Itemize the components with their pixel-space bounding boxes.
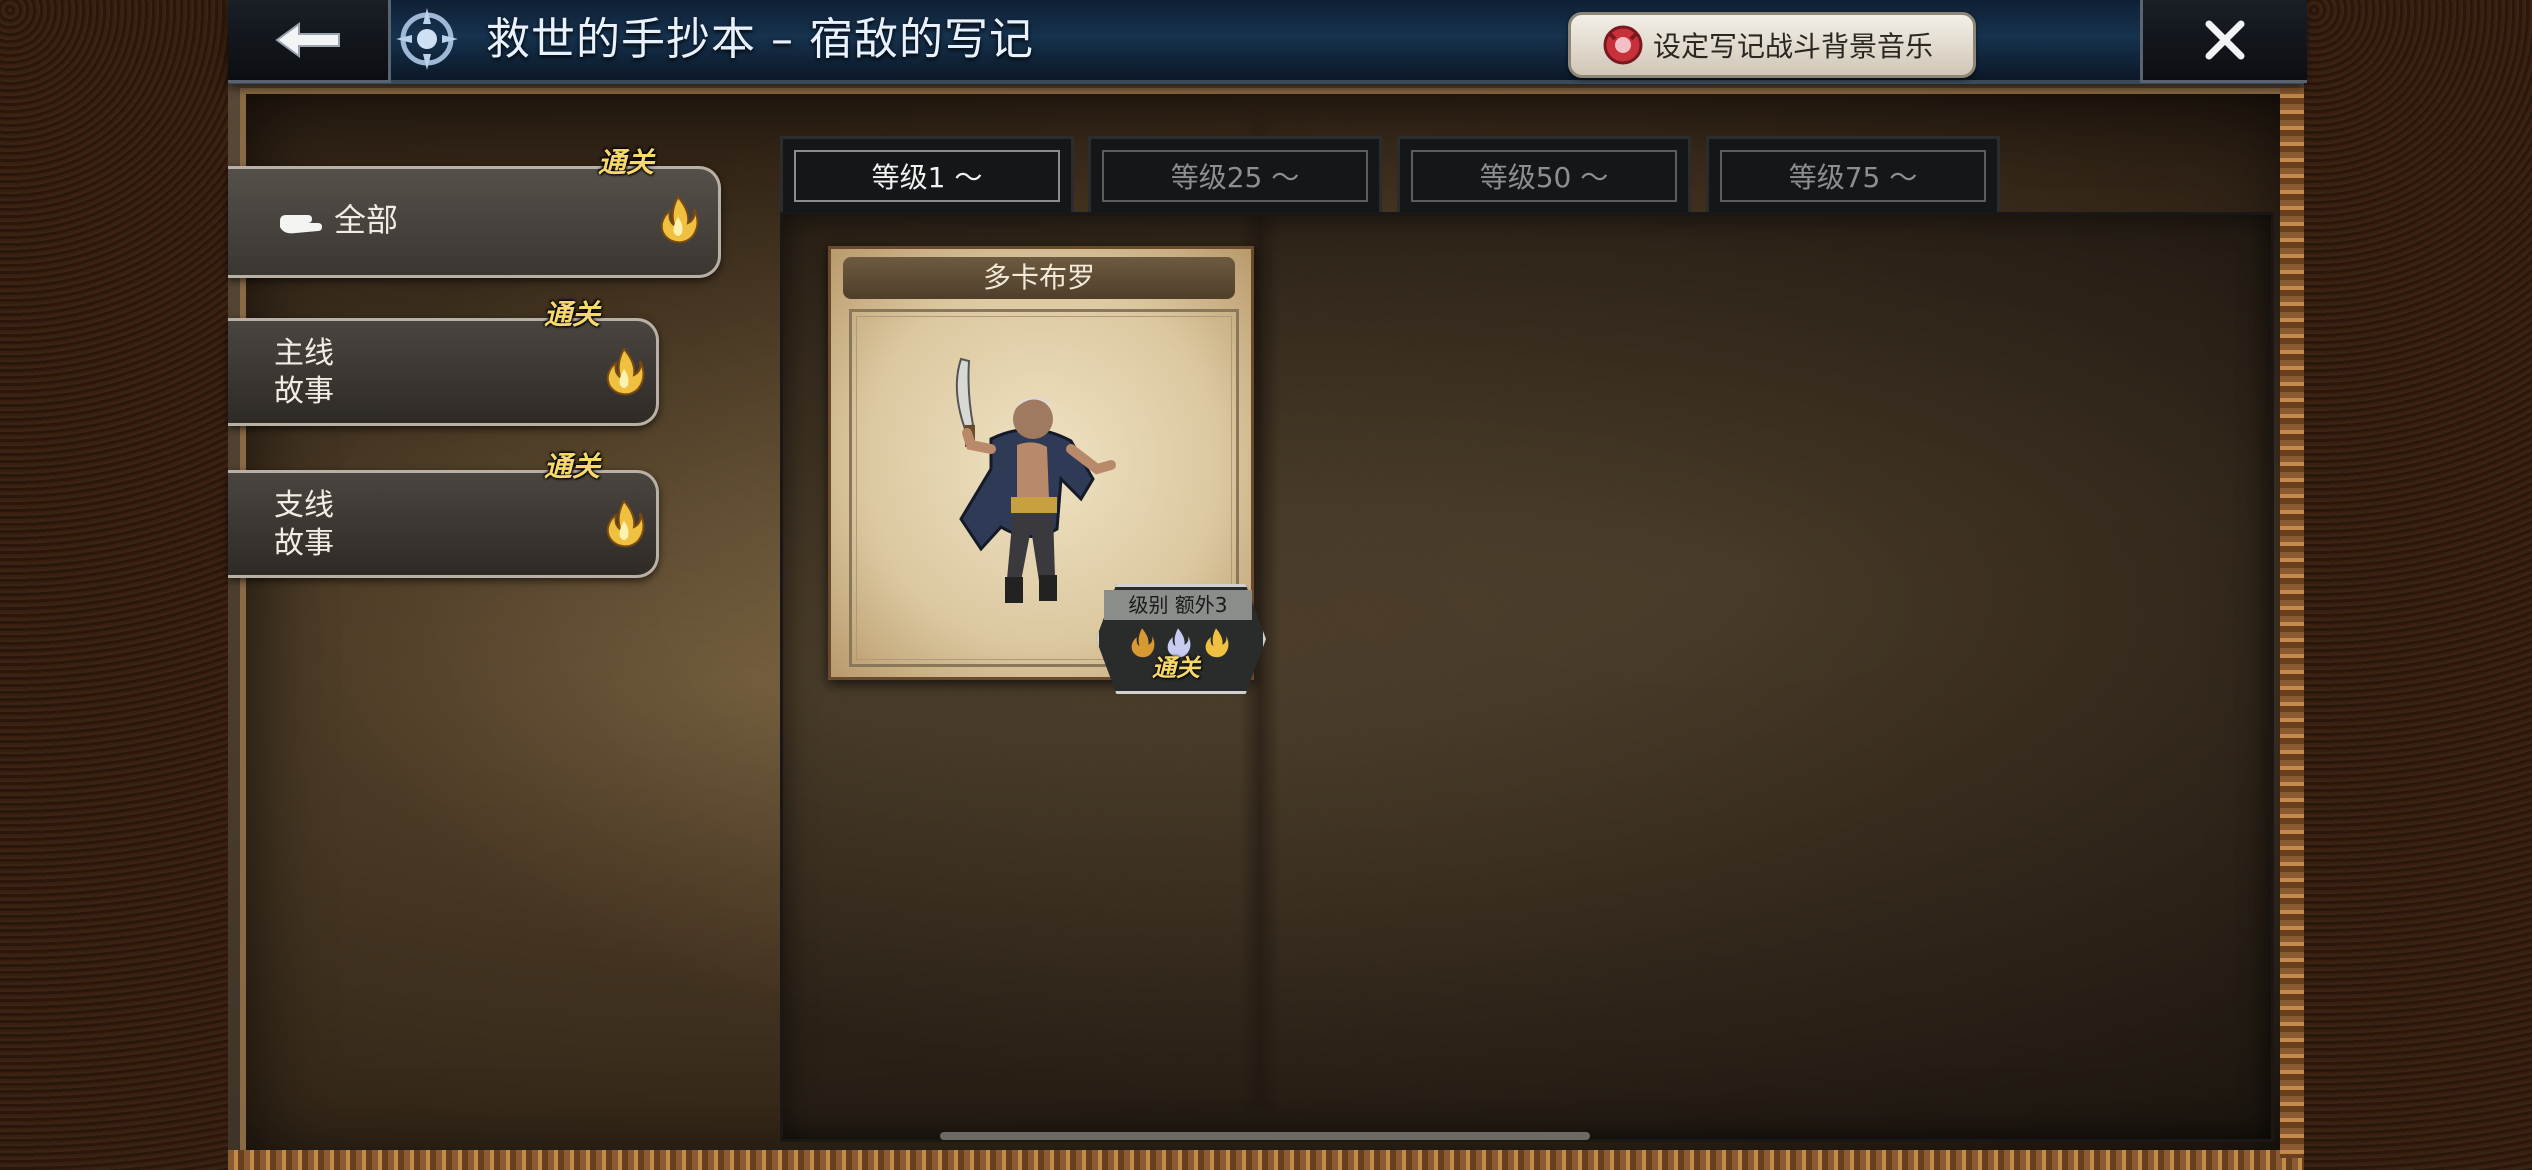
label-line-2: 故事 xyxy=(274,526,334,561)
clear-badge: 通关 xyxy=(544,298,601,331)
back-button[interactable] xyxy=(228,0,391,83)
arrow-left-icon xyxy=(275,22,340,58)
flame-icon xyxy=(606,347,645,396)
label-line-2: 故事 xyxy=(274,374,334,409)
sidebar-item-side-story[interactable]: 支线 故事 通关 xyxy=(228,450,659,578)
frame-bottom-border xyxy=(228,1150,2304,1170)
left-decor-border xyxy=(0,0,228,1170)
bgm-setting-label: 设定写记战斗背景音乐 xyxy=(1653,30,1934,63)
scrollbar[interactable] xyxy=(940,1132,1590,1140)
sidebar-item-label: 主线 故事 xyxy=(274,335,334,411)
frame-right-border xyxy=(2280,88,2304,1158)
sidebar-item-main-story[interactable]: 主线 故事 通关 xyxy=(228,298,659,426)
tab-level-25[interactable]: 等级25 〜 xyxy=(1088,136,1382,216)
close-button[interactable] xyxy=(2140,0,2307,83)
clear-badge: 通关 xyxy=(544,450,601,483)
tab-level-75[interactable]: 等级75 〜 xyxy=(1706,136,2000,216)
right-decor-border xyxy=(2304,0,2532,1170)
enemy-portrait xyxy=(955,357,1116,603)
tab-level-1[interactable]: 等级1 〜 xyxy=(780,136,1074,216)
sidebar-item-label: 支线 故事 xyxy=(274,487,334,563)
tab-label: 等级75 〜 xyxy=(1720,150,1986,202)
tab-label: 等级25 〜 xyxy=(1102,150,1368,202)
clear-badge: 通关 xyxy=(1152,654,1200,682)
close-icon xyxy=(2205,20,2245,60)
emblem-icon xyxy=(396,8,458,70)
sidebar-item-label: 全部 xyxy=(334,201,399,239)
label-line-1: 支线 xyxy=(274,488,334,523)
tab-label: 等级1 〜 xyxy=(794,150,1060,202)
enemy-name: 多卡布罗 xyxy=(843,257,1235,299)
tab-level-50[interactable]: 等级50 〜 xyxy=(1397,136,1691,216)
level-badge-label: 级别 额外3 xyxy=(1104,590,1252,620)
music-emblem-icon xyxy=(1603,25,1643,65)
label-line-1: 主线 xyxy=(274,336,334,371)
page-title: 救世的手抄本 – 宿敌的写记 xyxy=(486,14,1034,65)
flame-icon xyxy=(606,499,645,548)
bgm-setting-button[interactable]: 设定写记战斗背景音乐 xyxy=(1568,12,1976,78)
flame-icon xyxy=(660,195,699,244)
hand-pointer-icon xyxy=(280,215,322,234)
tab-label: 等级50 〜 xyxy=(1411,150,1677,202)
clear-badge: 通关 xyxy=(598,146,655,179)
flame-icon xyxy=(1205,628,1229,658)
sidebar-item-all[interactable]: 全部 通关 xyxy=(228,146,721,278)
